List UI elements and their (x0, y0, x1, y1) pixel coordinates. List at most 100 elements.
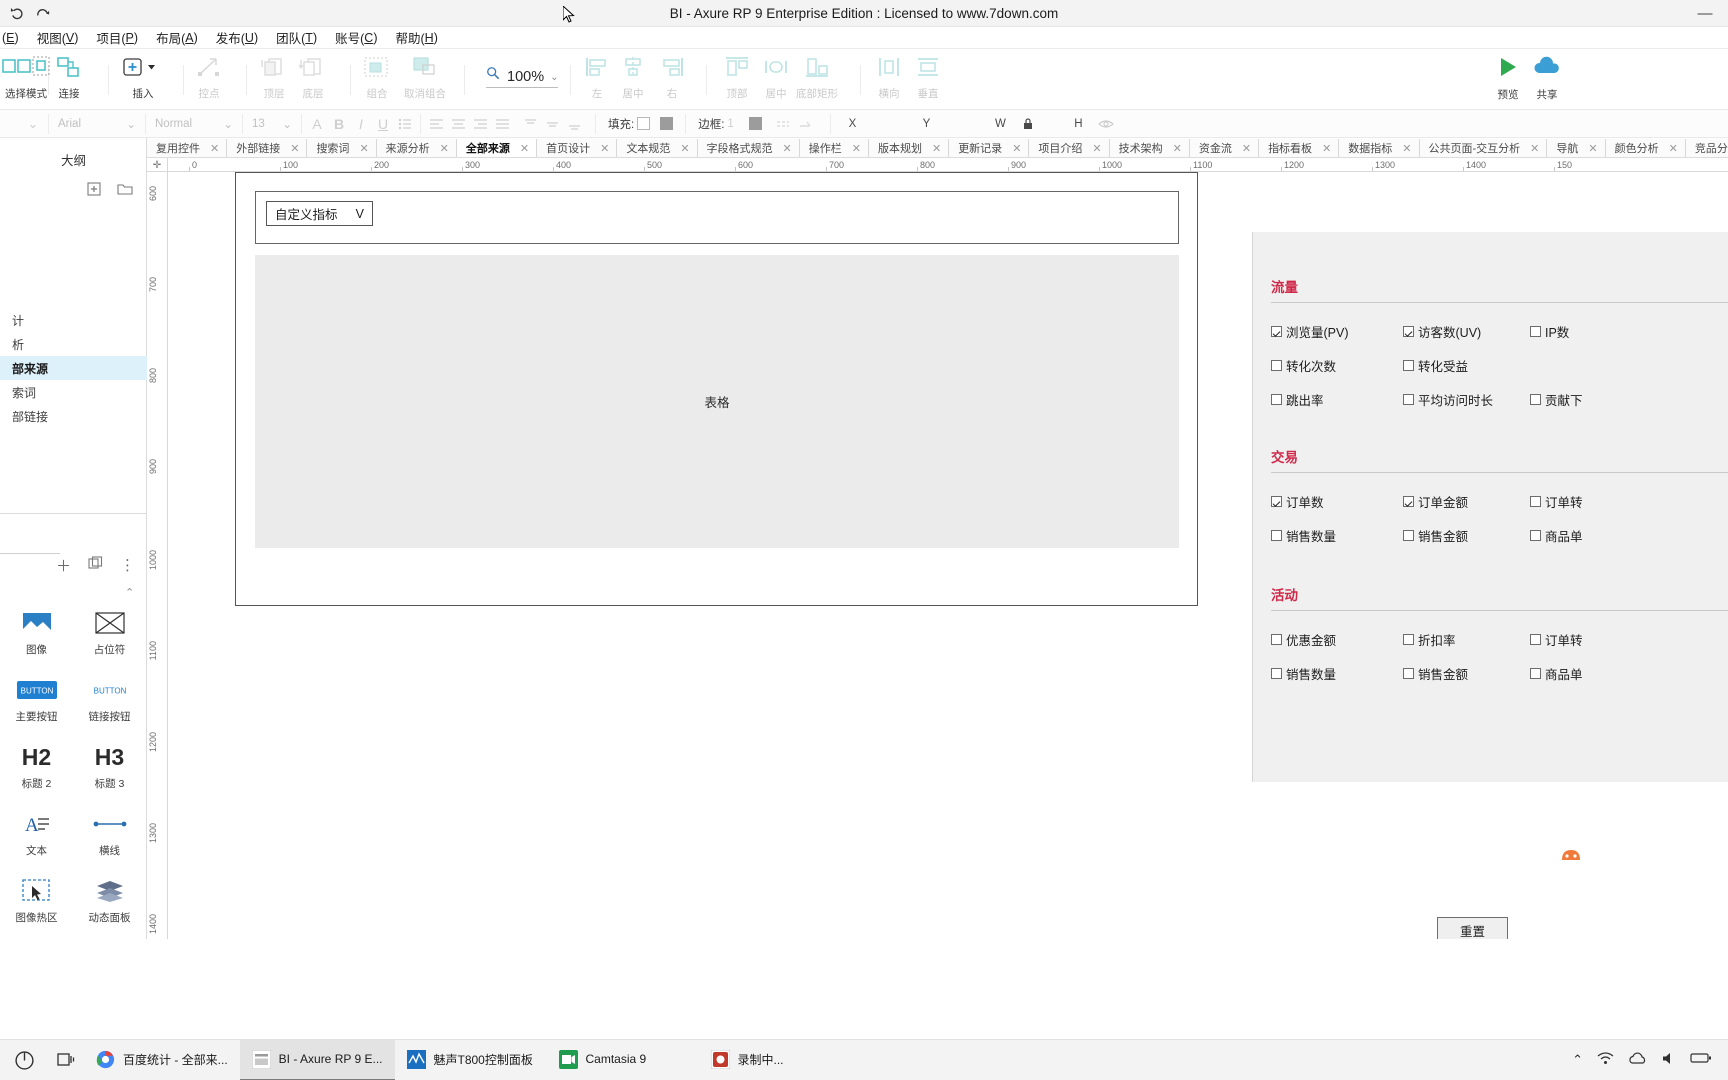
close-icon[interactable]: ✕ (783, 142, 792, 155)
page-tab[interactable]: 操作栏 ✕ (799, 139, 869, 157)
tool-distribute-h[interactable]: 横向 (876, 52, 902, 101)
font-family-select[interactable]: Arial ⌄ (53, 114, 141, 133)
metric-checkbox[interactable]: 转化次数 (1271, 356, 1336, 375)
border-style-icon[interactable] (772, 114, 794, 134)
page-tab-active[interactable]: 全部来源 ✕ (456, 139, 538, 157)
checkbox-unchecked-icon[interactable] (1271, 360, 1282, 371)
fill-color-swatch[interactable] (637, 117, 651, 130)
fill-gradient-swatch[interactable] (660, 117, 674, 130)
page-tab[interactable]: 公共页面-交互分析 ✕ (1419, 139, 1548, 157)
metric-checkbox[interactable]: 平均访问时长 (1403, 390, 1493, 409)
table-placeholder[interactable]: 表格 (255, 255, 1179, 548)
page-tab[interactable]: 字段格式规范 ✕ (697, 139, 800, 157)
metric-checkbox[interactable]: 订单金额 (1403, 492, 1468, 511)
menu-item-e[interactable]: (E) (0, 27, 28, 49)
windows-start-icon[interactable] (0, 1040, 48, 1080)
close-icon[interactable]: ✕ (210, 142, 219, 155)
style-dropdown-caret-icon[interactable]: ⌄ (22, 114, 44, 134)
tool-align-left[interactable]: 左 (584, 52, 610, 101)
metric-checkbox[interactable]: IP数 (1530, 322, 1569, 341)
page-tab[interactable]: 搜索词 ✕ (307, 139, 377, 157)
taskbar-app[interactable]: 录制中... (699, 1040, 851, 1080)
widget-text[interactable]: A 文本 (0, 799, 73, 866)
page-tab[interactable]: 更新记录 ✕ (949, 139, 1030, 157)
close-icon[interactable]: ✕ (1012, 142, 1021, 155)
close-icon[interactable]: ✕ (1092, 142, 1101, 155)
page-tab[interactable]: 版本规划 ✕ (868, 139, 950, 157)
align-center-text-icon[interactable] (447, 114, 469, 134)
tool-align-bottom[interactable]: 底部矩形 (796, 52, 838, 101)
outline-item[interactable]: 计 (0, 308, 147, 332)
duplicate-icon[interactable] (88, 555, 103, 575)
font-color-icon[interactable]: A (306, 114, 328, 134)
close-icon[interactable]: ✕ (1322, 142, 1331, 155)
page-tab[interactable]: 竞品分析✕ (1685, 139, 1728, 157)
close-icon[interactable]: ✕ (932, 142, 941, 155)
close-icon[interactable]: ✕ (680, 142, 689, 155)
filter-card[interactable]: 自定义指标 V (255, 191, 1179, 244)
metric-checkbox[interactable]: 订单转 (1530, 630, 1583, 649)
checkbox-unchecked-icon[interactable] (1530, 530, 1541, 541)
taskbar-app[interactable]: Camtasia 9 (547, 1040, 699, 1080)
page-tab[interactable]: 颜色分析 ✕ (1605, 139, 1686, 157)
close-icon[interactable]: ✕ (1242, 142, 1251, 155)
metric-checkbox[interactable]: 销售数量 (1271, 526, 1336, 545)
outline-item[interactable]: 析 (0, 332, 147, 356)
widget-placeholder[interactable]: 占位符 (73, 598, 146, 665)
metric-checkbox[interactable]: 商品单 (1530, 664, 1583, 683)
page-tab[interactable]: 技术架构 ✕ (1109, 139, 1190, 157)
page-tab[interactable]: 来源分析 ✕ (376, 139, 457, 157)
eye-icon[interactable] (1095, 114, 1117, 134)
chevron-down-icon[interactable]: ⌄ (550, 72, 558, 83)
checkbox-unchecked-icon[interactable] (1271, 394, 1282, 405)
menu-item-u[interactable]: 发布(U) (207, 27, 267, 49)
widget-primary-button[interactable]: BUTTON 主要按钮 (0, 665, 73, 732)
volume-icon[interactable] (1661, 1051, 1676, 1069)
close-icon[interactable]: ✕ (600, 142, 609, 155)
page-tab[interactable]: 项目介绍 ✕ (1029, 139, 1110, 157)
custom-metric-dropdown[interactable]: 自定义指标 V (266, 201, 373, 226)
tool-send-back[interactable]: 底层 (299, 52, 327, 101)
tool-group[interactable]: 组合 (363, 52, 391, 101)
checkbox-unchecked-icon[interactable] (1271, 668, 1282, 679)
align-right-text-icon[interactable] (469, 114, 491, 134)
checkbox-unchecked-icon[interactable] (1530, 668, 1541, 679)
taskbar-app[interactable]: 魅声T800控制面板 (395, 1040, 547, 1080)
page-tab[interactable]: 导航 ✕ (1547, 139, 1606, 157)
task-view-icon[interactable] (48, 1040, 84, 1080)
menu-item-c[interactable]: 账号(C) (326, 27, 386, 49)
outline-item[interactable]: 部链接 (0, 404, 147, 428)
metric-checkbox[interactable]: 折扣率 (1403, 630, 1456, 649)
preview-button[interactable]: 预览 (1495, 54, 1521, 102)
page-tab[interactable]: 文本规范 ✕ (617, 139, 698, 157)
widget-hotspot[interactable]: 图像热区 (0, 866, 73, 933)
close-icon[interactable]: ✕ (359, 142, 368, 155)
checkbox-unchecked-icon[interactable] (1403, 530, 1414, 541)
add-page-icon[interactable] (87, 181, 101, 199)
valign-top-icon[interactable] (519, 114, 541, 134)
metric-checkbox[interactable]: 订单转 (1530, 492, 1583, 511)
design-canvas[interactable]: 自定义指标 V 表格 重置 流量 浏览量(PV) 访客数(UV) IP数 转化次数 转化受… (168, 172, 1728, 939)
valign-bottom-icon[interactable] (563, 114, 585, 134)
reset-button[interactable]: 重置 (1437, 917, 1508, 939)
close-icon[interactable]: ✕ (1173, 142, 1182, 155)
menu-item-a[interactable]: 布局(A) (147, 27, 207, 49)
page-tab[interactable]: 外部链接 ✕ (227, 139, 308, 157)
page-tab[interactable]: 资金流 ✕ (1189, 139, 1260, 157)
share-button[interactable]: 共享 (1532, 54, 1562, 102)
border-arrow-icon[interactable] (794, 114, 816, 134)
border-width-value[interactable]: 1 (727, 118, 749, 130)
checkbox-unchecked-icon[interactable] (1530, 394, 1541, 405)
checkbox-checked-icon[interactable] (1271, 326, 1282, 337)
checkbox-checked-icon[interactable] (1403, 496, 1414, 507)
close-icon[interactable]: ✕ (440, 142, 449, 155)
page-tab[interactable]: 数据指标 ✕ (1339, 139, 1420, 157)
checkbox-checked-icon[interactable] (1271, 496, 1282, 507)
align-left-text-icon[interactable] (425, 114, 447, 134)
menu-item-h[interactable]: 帮助(H) (386, 27, 446, 49)
checkbox-unchecked-icon[interactable] (1403, 668, 1414, 679)
widget-dynamic-panel[interactable]: 动态面板 (73, 866, 146, 933)
chevron-up-icon[interactable]: ⌃ (1572, 1052, 1583, 1068)
page-tab[interactable]: 首页设计 ✕ (537, 139, 618, 157)
page-frame[interactable]: 自定义指标 V 表格 (235, 172, 1198, 606)
